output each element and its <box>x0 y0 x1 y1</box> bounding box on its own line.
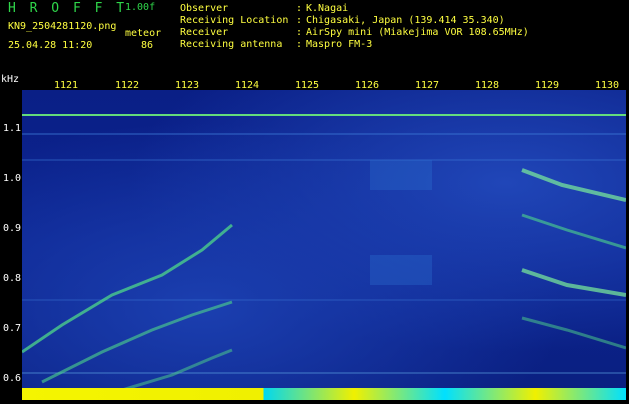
filename-label: KN9_2504281120.png <box>8 21 117 32</box>
y-tick-label: 1.0 <box>3 173 22 184</box>
y-tick-label: 0.9 <box>3 223 22 234</box>
meteor-label: meteor <box>125 28 162 39</box>
location-colon: : <box>296 15 303 26</box>
meteor-count: 86 <box>141 40 154 51</box>
axis-unit-label: kHz <box>1 74 20 85</box>
observer-colon: : <box>296 3 303 14</box>
y-tick-label: 1.1 <box>3 123 22 134</box>
antenna-value: Maspro FM-3 <box>306 39 373 50</box>
doppler-trace <box>521 316 627 350</box>
echo-cluster <box>370 255 432 285</box>
doppler-trace <box>521 213 627 250</box>
signal-level-bar <box>22 388 626 400</box>
y-tick-label: 0.6 <box>3 373 22 384</box>
location-value: Chigasaki, Japan (139.414 35.340) <box>306 15 505 26</box>
doppler-trace <box>41 300 233 384</box>
app-title: H R O F F T <box>8 1 128 16</box>
doppler-trace <box>21 223 233 354</box>
antenna-label: Receiving antenna <box>180 39 283 50</box>
header-panel: H R O F F T 1.00f KN9_2504281120.png met… <box>0 0 629 76</box>
spectrogram-panel <box>21 90 627 400</box>
version-label: 1.00f <box>125 2 156 13</box>
spectrogram-overlay <box>21 114 627 392</box>
receiver-label: Receiver <box>180 27 229 38</box>
receiver-value: AirSpy mini (Miakejima VOR 108.65MHz) <box>306 27 529 38</box>
echo-cluster <box>370 160 432 190</box>
doppler-trace <box>521 168 627 202</box>
antenna-colon: : <box>296 39 303 50</box>
observer-value: K.Nagai <box>306 3 349 14</box>
y-tick-label: 0.8 <box>3 273 22 284</box>
observer-label: Observer <box>180 3 229 14</box>
doppler-trace <box>121 348 233 392</box>
y-tick-label: 0.7 <box>3 323 22 334</box>
receiver-colon: : <box>296 27 303 38</box>
datetime-label: 25.04.28 11:20 <box>8 40 93 51</box>
location-label: Receiving Location <box>180 15 289 26</box>
doppler-trace <box>521 268 627 297</box>
